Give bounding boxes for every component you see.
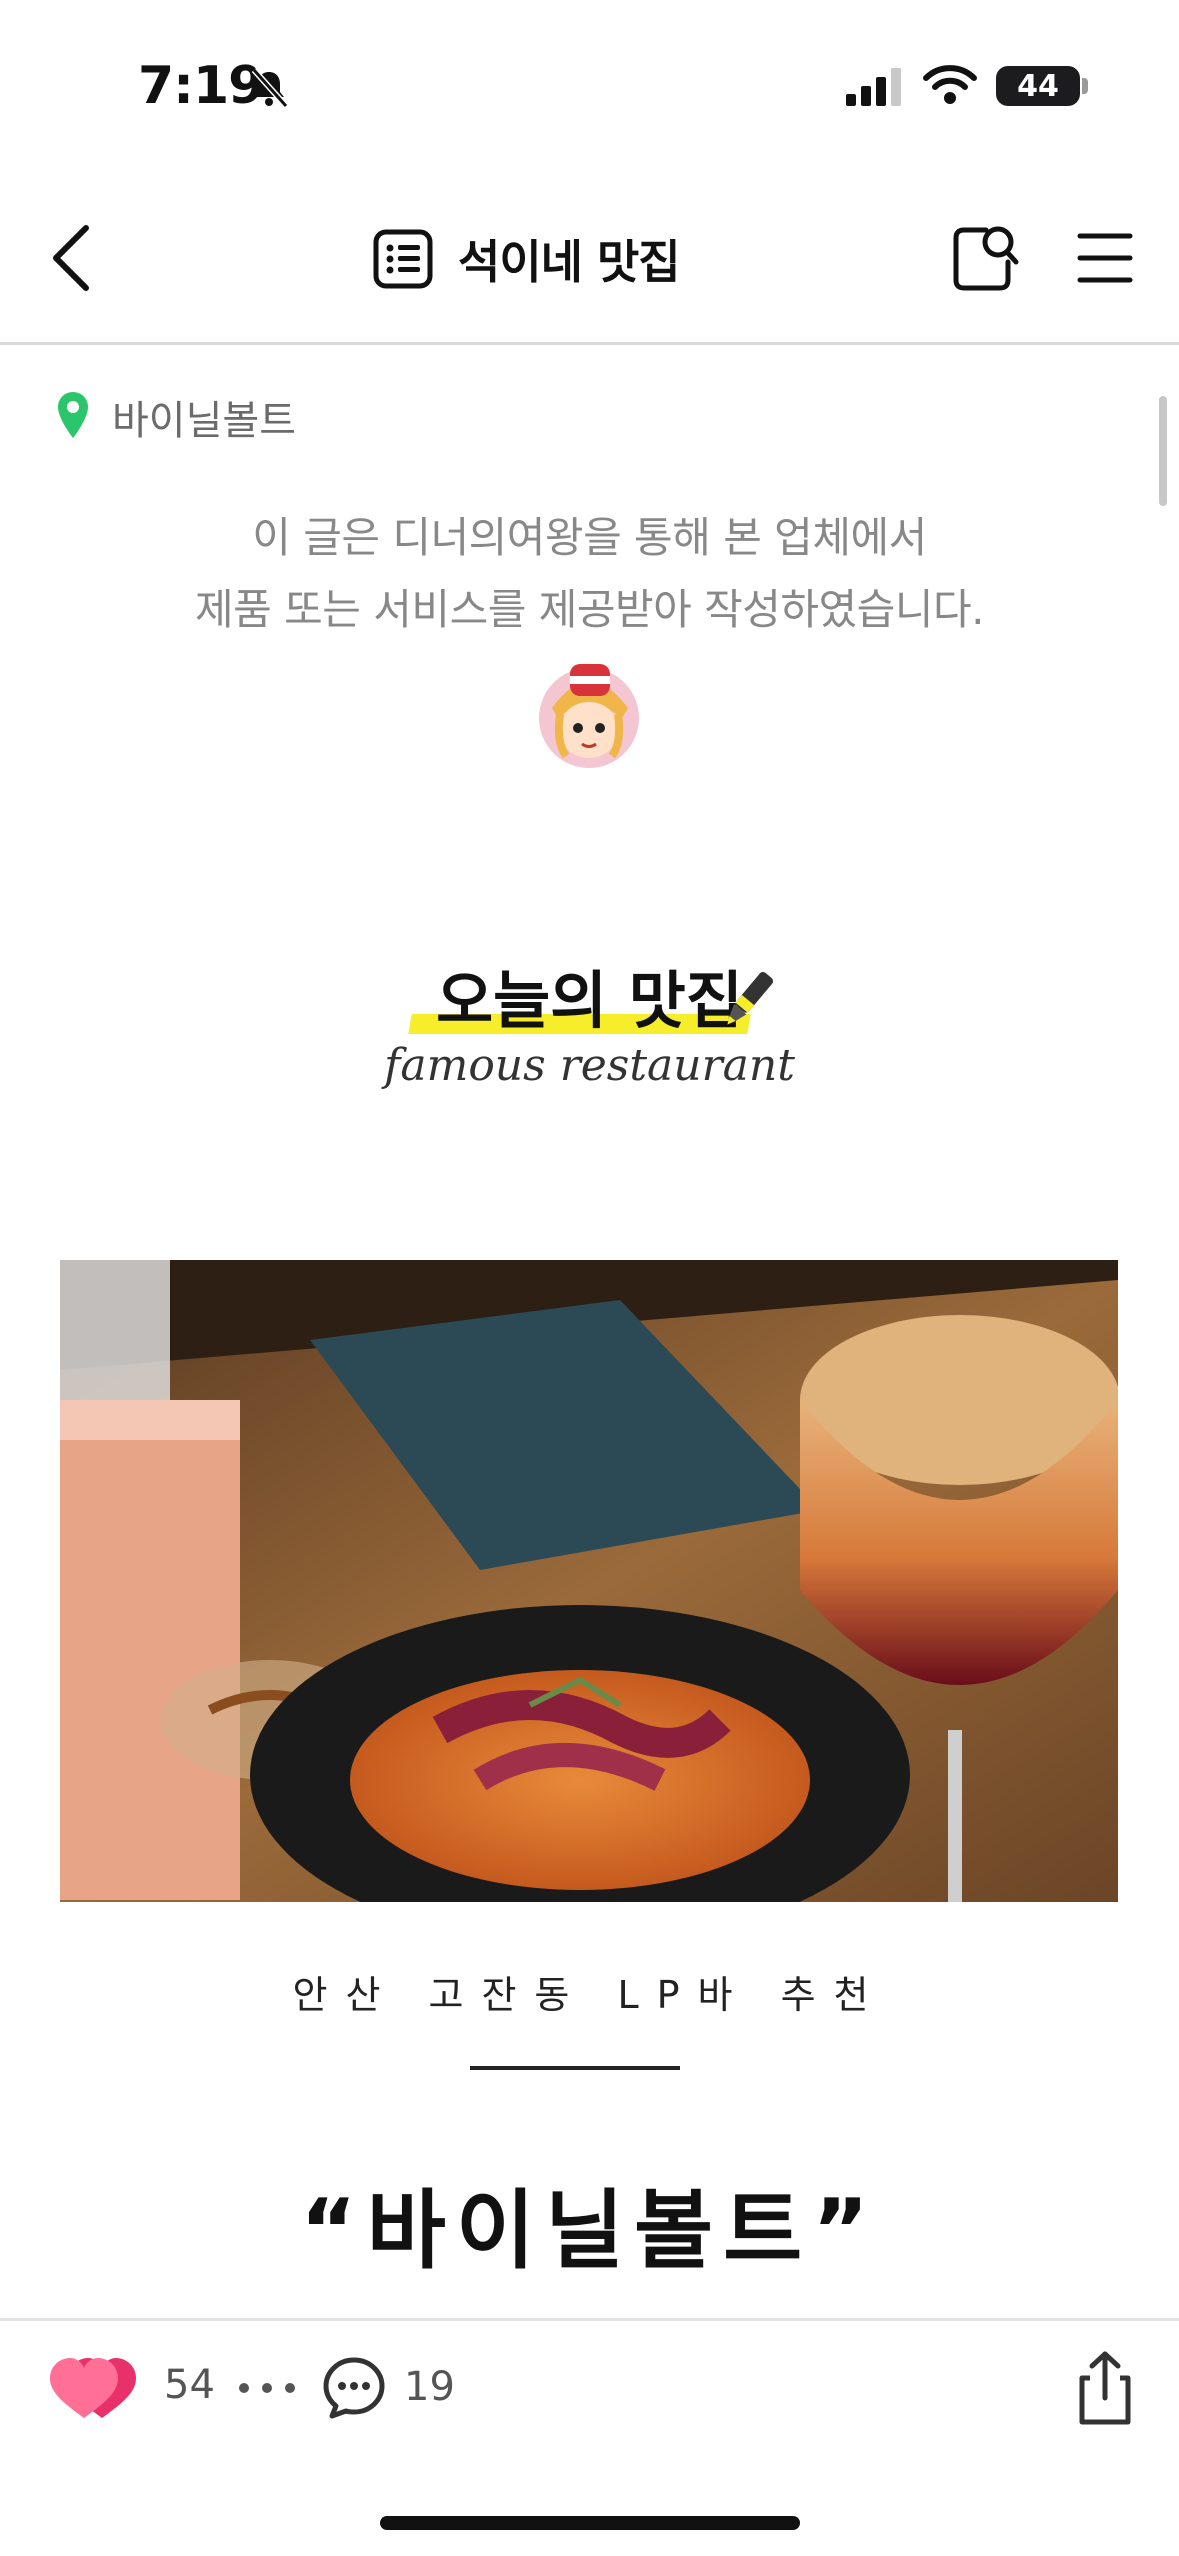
bell-muted-icon — [251, 68, 289, 108]
list-icon — [373, 229, 433, 289]
battery-indicator: 44 — [996, 66, 1080, 106]
character-sticker — [539, 664, 639, 768]
today-heading: 오늘의 맛집 — [0, 950, 1179, 1040]
location-link[interactable]: 바이닐볼트 — [112, 388, 296, 446]
battery-tip — [1082, 78, 1088, 94]
heart-icon[interactable] — [44, 2352, 146, 2422]
status-time: 7:19 — [138, 56, 264, 116]
menu-icon[interactable] — [1076, 228, 1134, 288]
search-icon[interactable] — [950, 222, 1020, 294]
today-subtitle: famous restaurant — [384, 1040, 795, 1091]
share-icon[interactable] — [1074, 2348, 1136, 2428]
location-pin-icon — [58, 392, 88, 438]
more-dots-icon[interactable] — [236, 2380, 298, 2396]
disclaimer-line-2: 제품 또는 서비스를 제공받아 작성하였습니다. — [195, 585, 984, 634]
wifi-icon — [923, 65, 977, 104]
like-count[interactable]: 54 — [164, 2362, 215, 2408]
blog-title[interactable]: 석이네 맛집 — [458, 226, 681, 292]
back-chevron-icon[interactable] — [46, 222, 98, 294]
food-photo[interactable] — [60, 1260, 1118, 1902]
post-headline: “바이닐볼트” — [300, 2181, 879, 2281]
scrollbar[interactable] — [1159, 396, 1167, 506]
home-indicator[interactable] — [380, 2516, 800, 2530]
today-label: 오늘의 맛집 — [436, 964, 743, 1037]
subtitle-divider — [470, 2066, 680, 2070]
comment-icon[interactable] — [320, 2354, 388, 2422]
post-subtitle: 안산 고잔동 LP바 추천 — [292, 1973, 887, 2017]
nav-divider — [0, 342, 1179, 345]
bottom-divider — [0, 2318, 1179, 2321]
disclaimer-line-1: 이 글은 디너의여왕을 통해 본 업체에서 — [252, 513, 927, 562]
comment-count[interactable]: 19 — [404, 2364, 455, 2410]
highlighter-pen-icon — [727, 971, 774, 1025]
signal-icon — [846, 68, 901, 106]
